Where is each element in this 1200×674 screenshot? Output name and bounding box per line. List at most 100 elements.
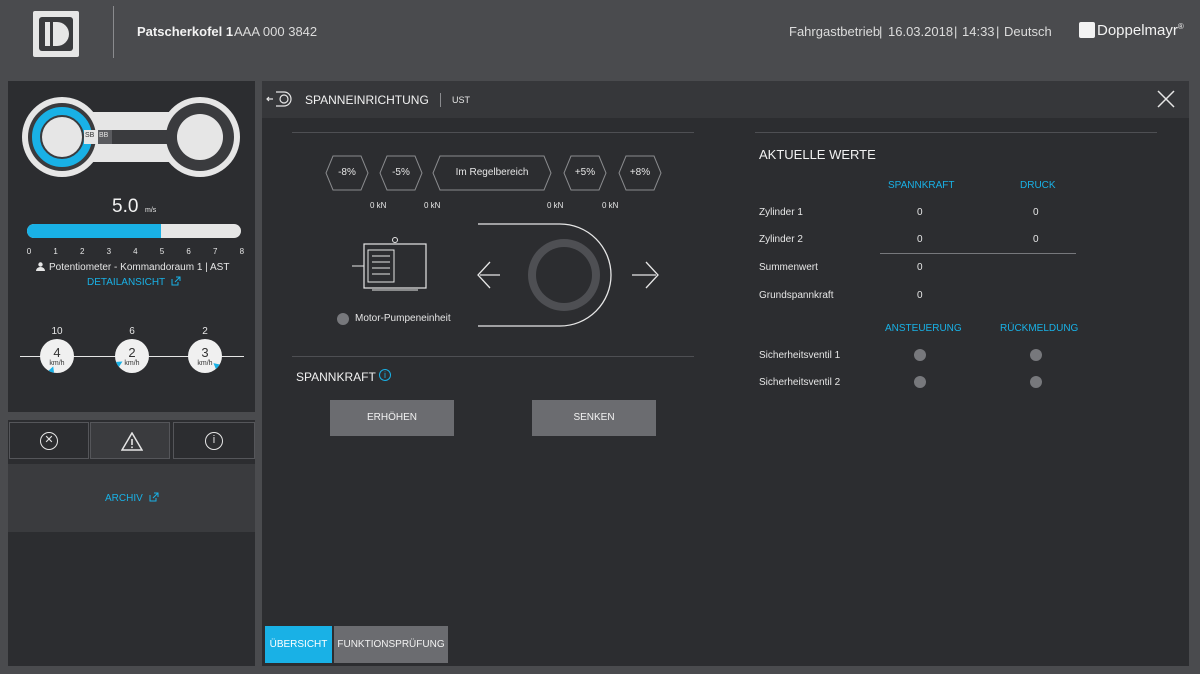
wheel-label-bb: BB: [99, 132, 109, 139]
tab-function-test[interactable]: FUNKTIONSPRÜFUNG: [334, 626, 448, 663]
brand-name: Doppelmayr: [1097, 22, 1178, 39]
brand-mark-icon: [1079, 22, 1095, 38]
step-force: 0 kN: [424, 201, 441, 210]
value-force: 0: [917, 207, 923, 218]
divider-mid: [292, 356, 694, 357]
language-selector[interactable]: Deutsch: [1004, 24, 1052, 39]
wheel-label-sb: SB: [85, 132, 95, 139]
motor-label: Motor-Pumpeneinheit: [355, 313, 451, 324]
divider-values: [755, 132, 1157, 133]
scale-tick: 5: [159, 247, 165, 256]
divider-top: [292, 132, 694, 133]
tension-loop-diagram: [477, 223, 659, 327]
external-link-icon: [171, 276, 181, 286]
tab-warnings[interactable]: [90, 422, 170, 459]
drive-wheels-diagram: [22, 97, 240, 177]
scale-tick: 3: [106, 247, 112, 256]
gauge-indicator: [116, 361, 123, 367]
tension-step: +8%: [618, 155, 662, 191]
scale-tick: 2: [79, 247, 85, 256]
valve-feedback-indicator: [1030, 376, 1042, 388]
decrease-button[interactable]: SENKEN: [532, 400, 656, 436]
person-icon: [36, 262, 45, 271]
header-divider: [113, 6, 114, 58]
operator-source: Potentiometer - Kommandoraum 1 | AST: [36, 262, 229, 273]
valve-control-indicator: [914, 376, 926, 388]
tension-step: Im Regelbereich: [432, 155, 552, 191]
col-ansteuerung: ANSTEUERUNG: [885, 323, 962, 334]
value-pressure: 0: [1033, 207, 1039, 218]
gauge-indicator: [213, 363, 220, 370]
motor-status-indicator: [337, 313, 349, 325]
step-label: +5%: [574, 167, 596, 178]
header-sep-3: |: [996, 24, 1000, 39]
col-druck: DRUCK: [1020, 180, 1056, 191]
speed-bar-fill: [27, 224, 161, 238]
tension-device-icon: [266, 91, 292, 107]
top-bar: Patscherkofel 1 AAA 000 3842 Fahrgastbet…: [0, 0, 1200, 64]
speed-value: 5.0: [112, 196, 139, 217]
source-label: Potentiometer - Kommandoraum 1 | AST: [49, 262, 230, 273]
step-label: -5%: [392, 167, 410, 178]
value-force: 0: [917, 262, 923, 273]
value-force: 0: [917, 234, 923, 245]
value-row-label: Grundspannkraft: [759, 290, 834, 301]
app-logo[interactable]: [33, 11, 79, 57]
tab-errors[interactable]: ✕: [9, 422, 89, 459]
increase-button[interactable]: ERHÖHEN: [330, 400, 454, 436]
step-force: 0 kN: [602, 201, 619, 210]
step-force: 0 kN: [370, 201, 387, 210]
value-force: 0: [917, 290, 923, 301]
installation-name: Patscherkofel 1: [137, 24, 234, 39]
close-icon[interactable]: [1157, 90, 1175, 108]
info-icon[interactable]: i: [379, 369, 391, 381]
speed-bar: [27, 224, 241, 238]
values-title: AKTUELLE WERTE: [759, 147, 876, 162]
gauge-max: 6: [129, 326, 135, 337]
archive-label: ARCHIV: [105, 493, 143, 504]
valve-label: Sicherheitsventil 1: [759, 350, 841, 361]
tension-step: -8%: [325, 155, 369, 191]
operation-mode: Fahrgastbetrieb: [789, 24, 881, 39]
value-row-label: Zylinder 1: [759, 207, 803, 218]
valve-control-indicator: [914, 349, 926, 361]
spannkraft-title: SPANNKRAFT: [296, 370, 376, 384]
tension-step: -5%: [379, 155, 423, 191]
tab-info[interactable]: i: [173, 422, 255, 459]
brand-logo: Doppelmayr®: [1079, 22, 1184, 39]
speed-gauge: 2 km/h: [115, 339, 149, 373]
scale-tick: 4: [133, 247, 138, 256]
archive-link[interactable]: ARCHIV: [105, 492, 159, 504]
logo-icon: [39, 17, 73, 51]
brand-registered: ®: [1177, 22, 1184, 31]
scale-tick: 0: [26, 247, 32, 256]
valve-feedback-indicator: [1030, 349, 1042, 361]
motor-icon: [352, 237, 427, 291]
detail-view-link[interactable]: DETAILANSICHT: [87, 276, 181, 288]
valve-label: Sicherheitsventil 2: [759, 377, 841, 388]
external-link-icon: [149, 492, 159, 502]
gauge-indicator: [48, 366, 55, 373]
header-time: 14:33: [962, 24, 995, 39]
sum-divider: [880, 253, 1076, 254]
detail-view-label: DETAILANSICHT: [87, 277, 165, 288]
scale-tick: 7: [212, 247, 218, 256]
scale-tick: 6: [186, 247, 191, 256]
close-circle-icon: ✕: [40, 432, 58, 450]
info-icon: i: [205, 432, 223, 450]
header-date: 16.03.2018: [888, 24, 954, 39]
speed-unit: m/s: [145, 207, 157, 214]
speed-gauge: 4 km/h: [40, 339, 74, 373]
installation-id: AAA 000 3842: [234, 24, 318, 39]
col-rueckmeldung: RÜCKMELDUNG: [1000, 323, 1079, 334]
tab-overview[interactable]: ÜBERSICHT: [265, 626, 332, 663]
step-force: 0 kN: [547, 201, 564, 210]
title-divider: [440, 93, 441, 107]
step-label: Im Regelbereich: [455, 167, 529, 178]
scale-tick: 1: [53, 247, 58, 256]
scale-tick: 8: [239, 247, 245, 256]
value-pressure: 0: [1033, 234, 1039, 245]
warning-icon: [121, 432, 143, 451]
col-spannkraft: SPANNKRAFT: [888, 180, 955, 191]
section-subtitle: UST: [452, 95, 470, 105]
